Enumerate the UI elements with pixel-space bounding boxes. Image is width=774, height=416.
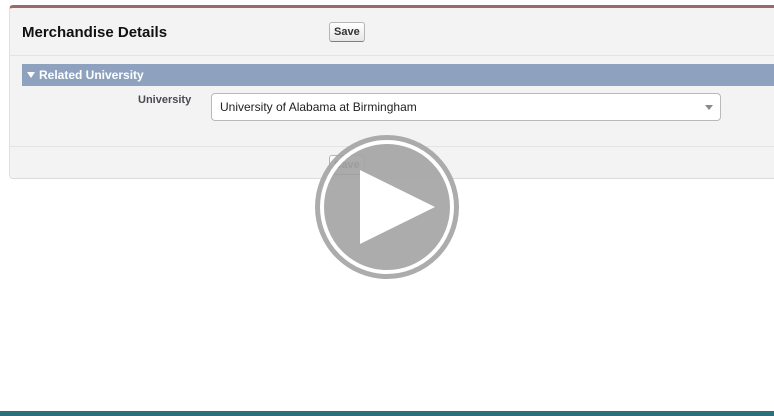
section-title: Related University xyxy=(39,68,144,82)
university-label: University xyxy=(138,94,192,106)
panel-header: Merchandise Details Save xyxy=(10,8,774,56)
page-title: Merchandise Details xyxy=(22,24,168,41)
section-header-related-university[interactable]: Related University xyxy=(22,64,774,86)
chevron-down-icon xyxy=(705,105,713,110)
collapse-triangle-icon[interactable] xyxy=(27,72,35,79)
university-select[interactable]: University of Alabama at Birmingham xyxy=(211,93,721,121)
play-icon[interactable] xyxy=(312,132,462,282)
bottom-stripe xyxy=(0,411,774,416)
save-button-top[interactable]: Save xyxy=(329,22,365,42)
university-select-value: University of Alabama at Birmingham xyxy=(220,100,417,114)
